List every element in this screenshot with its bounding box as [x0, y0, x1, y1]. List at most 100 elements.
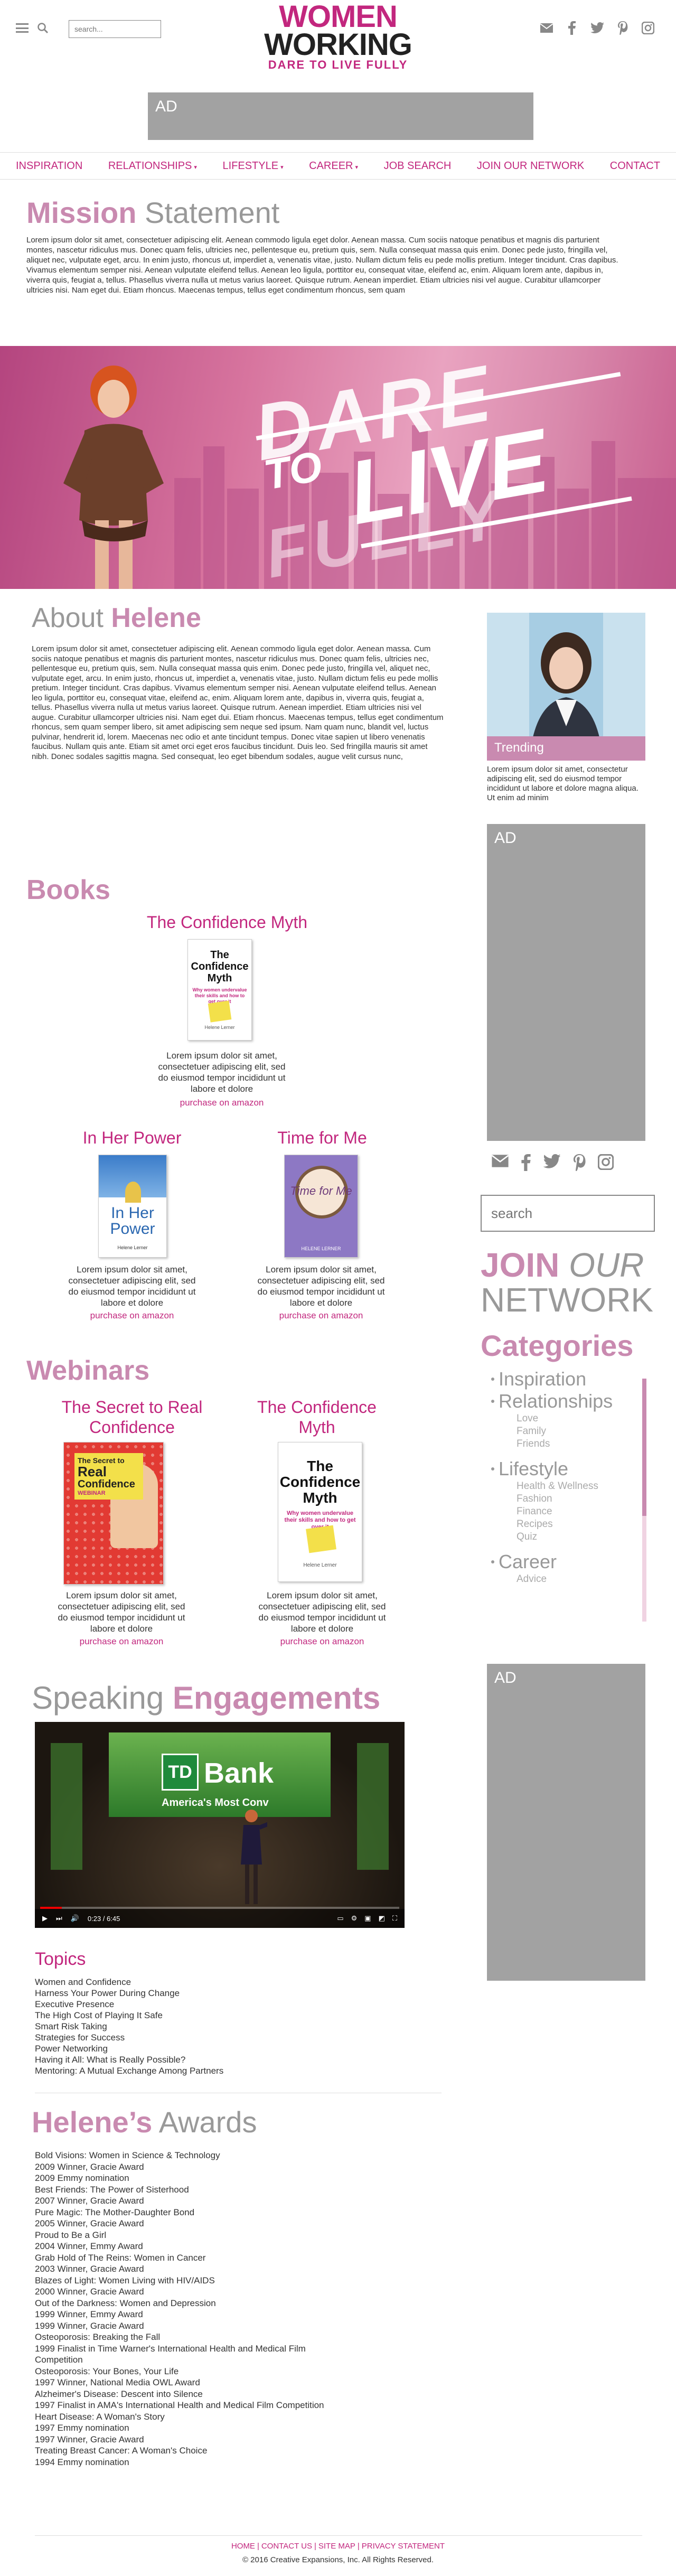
category-inspiration[interactable]: Inspiration — [491, 1368, 650, 1390]
book-title[interactable]: The Confidence Myth — [121, 913, 333, 932]
nav-item-inspiration[interactable]: INSPIRATION — [16, 160, 82, 172]
logo-tagline: DARE TO LIVE FULLY — [268, 58, 408, 71]
award-item: Osteoporosis: Your Bones, Your Life — [35, 2366, 179, 2376]
categories-scrollbar[interactable] — [642, 1379, 646, 1622]
trending-text: Lorem ipsum dolor sit amet, consectetur … — [487, 765, 639, 802]
subcategory-recipes[interactable]: Recipes — [491, 1518, 650, 1531]
fullscreen-icon[interactable]: ⛶ — [392, 1914, 397, 1923]
twitter-icon[interactable] — [543, 1154, 561, 1174]
book-title[interactable]: In Her Power — [53, 1128, 211, 1148]
nav-item-join-network[interactable]: JOIN OUR NETWORK — [477, 160, 584, 172]
subcategory-health-wellness[interactable]: Health & Wellness — [491, 1480, 650, 1493]
purchase-link[interactable]: purchase on amazon — [63, 1310, 201, 1321]
webinar-title[interactable]: The Confidence Myth — [238, 1397, 396, 1437]
nav-item-job-search[interactable]: JOB SEARCH — [384, 160, 452, 172]
sidebar-ad-2[interactable]: AD — [487, 1664, 645, 1981]
pinterest-icon[interactable] — [572, 1154, 586, 1174]
settings-icon[interactable]: ⚙ — [351, 1914, 358, 1923]
webinar-cover-secret-confidence[interactable]: The Secret to Real Confidence WEBINAR — [63, 1442, 164, 1585]
trending-card[interactable]: Trending — [487, 613, 645, 761]
footer-link-contact[interactable]: CONTACT US — [261, 2542, 312, 2551]
award-item: 1999 Finalist in Time Warner's Internati… — [35, 2343, 306, 2365]
captions-icon[interactable]: ▭ — [337, 1914, 343, 1923]
webinar-title[interactable]: The Secret to Real Confidence — [48, 1397, 217, 1437]
join-network-link[interactable]: JOIN OUR NETWORK — [481, 1248, 653, 1317]
nav-item-contact[interactable]: CONTACT — [610, 160, 660, 172]
award-item: Bold Visions: Women in Science & Technol… — [35, 2150, 220, 2160]
nav-item-relationships[interactable]: RELATIONSHIPS ▾ — [108, 160, 197, 172]
nav-item-career[interactable]: CAREER ▾ — [309, 160, 358, 172]
award-item: 2004 Winner, Emmy Award — [35, 2241, 143, 2251]
mail-icon[interactable] — [491, 1154, 509, 1174]
subcategory-friends[interactable]: Friends — [491, 1438, 650, 1450]
nav-item-lifestyle[interactable]: LIFESTYLE ▾ — [222, 160, 283, 172]
topic-item: Mentoring: A Mutual Exchange Among Partn… — [35, 2066, 224, 2076]
category-lifestyle[interactable]: Lifestyle — [491, 1458, 650, 1480]
cover-title: In Her Power — [110, 1204, 155, 1238]
category-career[interactable]: Career — [491, 1551, 650, 1573]
footer-link-sitemap[interactable]: SITE MAP — [318, 2542, 355, 2551]
facebook-icon[interactable] — [521, 1154, 531, 1174]
categories-heading: Categories — [481, 1329, 634, 1362]
book-cover-time-for-me[interactable]: Time for Me HELENE LERNER — [284, 1155, 358, 1258]
bullet-icon — [491, 1378, 494, 1381]
play-icon[interactable]: ▶ — [42, 1914, 48, 1923]
twitter-icon[interactable] — [590, 21, 604, 35]
book-title[interactable]: Time for Me — [243, 1128, 401, 1148]
topic-item: Strategies for Success — [35, 2032, 125, 2043]
subcategory-advice[interactable]: Advice — [491, 1573, 650, 1586]
purchase-link[interactable]: purchase on amazon — [253, 1636, 391, 1647]
topics-heading: Topics — [35, 1949, 86, 1969]
speaking-video-player[interactable]: TD Bank America's Most Conv ▶ ⏭ 🔊 0:23 /… — [35, 1722, 405, 1928]
next-icon[interactable]: ⏭ — [56, 1914, 62, 1923]
facebook-icon[interactable] — [565, 21, 579, 35]
cover-title: Time for Me — [290, 1184, 352, 1197]
subcategory-love[interactable]: Love — [491, 1412, 650, 1425]
cast-icon[interactable]: ◩ — [379, 1914, 385, 1923]
pinterest-icon[interactable] — [616, 21, 630, 35]
footer-link-privacy[interactable]: PRIVACY STATEMENT — [362, 2542, 445, 2551]
subcategory-fashion[interactable]: Fashion — [491, 1493, 650, 1505]
speaker-figure — [241, 1810, 267, 1904]
trending-label: Trending — [487, 736, 645, 761]
volume-icon[interactable]: 🔊 — [71, 1914, 79, 1923]
award-item: Best Friends: The Power of Sisterhood — [35, 2184, 189, 2195]
sticky-note-image — [306, 1525, 336, 1553]
book-cover-confidence-myth[interactable]: The Confidence Myth Why women undervalue… — [187, 939, 252, 1041]
instagram-icon[interactable] — [641, 21, 655, 35]
topic-item: The High Cost of Playing It Safe — [35, 2010, 163, 2020]
site-logo[interactable]: WOMEN WORKING DARE TO LIVE FULLY — [0, 2, 676, 71]
top-ad-banner[interactable]: AD — [148, 92, 533, 140]
cover-line: Confidence — [78, 1478, 135, 1490]
webinar-cover-confidence-myth[interactable]: The Confidence Myth Why women undervalue… — [278, 1442, 362, 1582]
purchase-link[interactable]: purchase on amazon — [252, 1310, 390, 1321]
instagram-icon[interactable] — [597, 1154, 614, 1174]
award-item: 1997 Emmy nomination — [35, 2423, 129, 2433]
topic-item: Smart Risk Taking — [35, 2021, 107, 2031]
sidebar-search-input[interactable] — [481, 1195, 655, 1232]
bullet-icon — [491, 1400, 494, 1403]
scrollbar-thumb[interactable] — [642, 1379, 646, 1516]
cover-author: Helene Lerner — [117, 1245, 148, 1250]
purchase-link[interactable]: purchase on amazon — [153, 1098, 290, 1108]
footer-separator: | — [314, 2542, 316, 2551]
topic-item: Executive Presence — [35, 1999, 115, 2009]
book-cover-in-her-power[interactable]: In Her Power Helene Lerner — [98, 1155, 167, 1258]
footer-link-home[interactable]: HOME — [231, 2542, 255, 2551]
subcategory-finance[interactable]: Finance — [491, 1505, 650, 1518]
video-time: 0:23 / 6:45 — [87, 1914, 120, 1923]
about-text: Lorem ipsum dolor sit amet, consectetuer… — [32, 644, 444, 761]
sidebar-ad-1[interactable]: AD — [487, 824, 645, 1141]
subcategory-quiz[interactable]: Quiz — [491, 1531, 650, 1543]
youtube-icon[interactable]: ▣ — [364, 1914, 371, 1923]
category-relationships[interactable]: Relationships — [491, 1390, 650, 1412]
mission-heading: Mission Statement — [26, 196, 280, 229]
cover-author: Helene Lerner — [204, 1025, 235, 1030]
cover-title: The Confidence Myth — [191, 949, 249, 984]
subcategory-family[interactable]: Family — [491, 1425, 650, 1438]
webinar-description: Lorem ipsum dolor sit amet, consectetuer… — [58, 1590, 185, 1634]
mail-icon[interactable] — [540, 21, 553, 35]
cover-figure-image — [125, 1182, 141, 1203]
purchase-link[interactable]: purchase on amazon — [53, 1636, 190, 1647]
site-header: WOMEN WORKING DARE TO LIVE FULLY — [0, 0, 676, 71]
